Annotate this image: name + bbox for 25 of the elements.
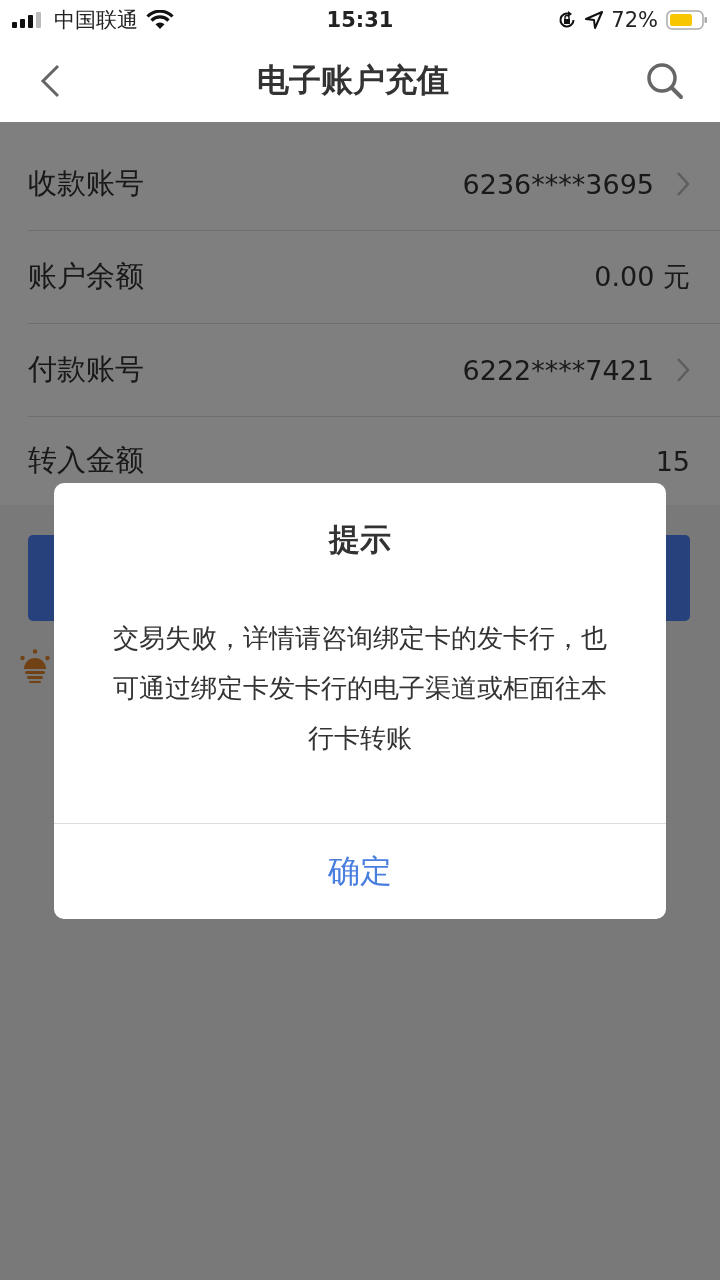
location-arrow-icon: [585, 11, 604, 29]
page-title: 电子账户充值: [257, 60, 449, 101]
amount-field[interactable]: 15: [655, 445, 690, 477]
chevron-right-icon: [676, 357, 690, 383]
field-value: 6236****3695: [462, 168, 654, 200]
lightbulb-icon: [20, 649, 50, 683]
search-icon: [646, 62, 684, 100]
chevron-right-icon: [676, 171, 690, 197]
back-icon: [40, 64, 60, 98]
dialog-message: 交易失败，详情请咨询绑定卡的发卡行，也可通过绑定卡发卡行的电子渠道或柜面往本行卡转账: [112, 622, 608, 755]
wifi-icon: [146, 10, 174, 30]
confirm-button[interactable]: 确定: [54, 823, 666, 919]
field-label: 付款账号: [28, 351, 144, 388]
search-button[interactable]: [646, 62, 684, 100]
field-value: 6222****7421: [462, 354, 654, 386]
battery-icon: [666, 10, 708, 30]
field-label: 收款账号: [28, 165, 144, 202]
carrier-name: 中国联通: [54, 7, 138, 34]
back-button[interactable]: [40, 64, 60, 98]
dialog-title: 提示: [329, 520, 391, 559]
battery-percentage: 72%: [611, 8, 658, 32]
field-value: 0.00 元: [594, 260, 690, 294]
status-time: 15:31: [325, 8, 395, 32]
field-label: 账户余额: [28, 258, 144, 295]
field-label: 转入金额: [28, 442, 144, 479]
